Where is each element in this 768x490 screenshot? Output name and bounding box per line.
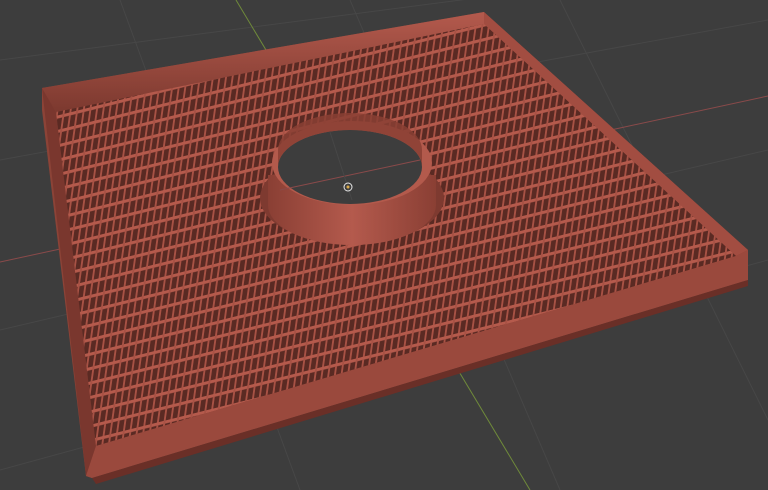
tray-object[interactable] [42,12,748,484]
viewport-canvas[interactable] [0,0,768,490]
3d-viewport[interactable] [0,0,768,490]
